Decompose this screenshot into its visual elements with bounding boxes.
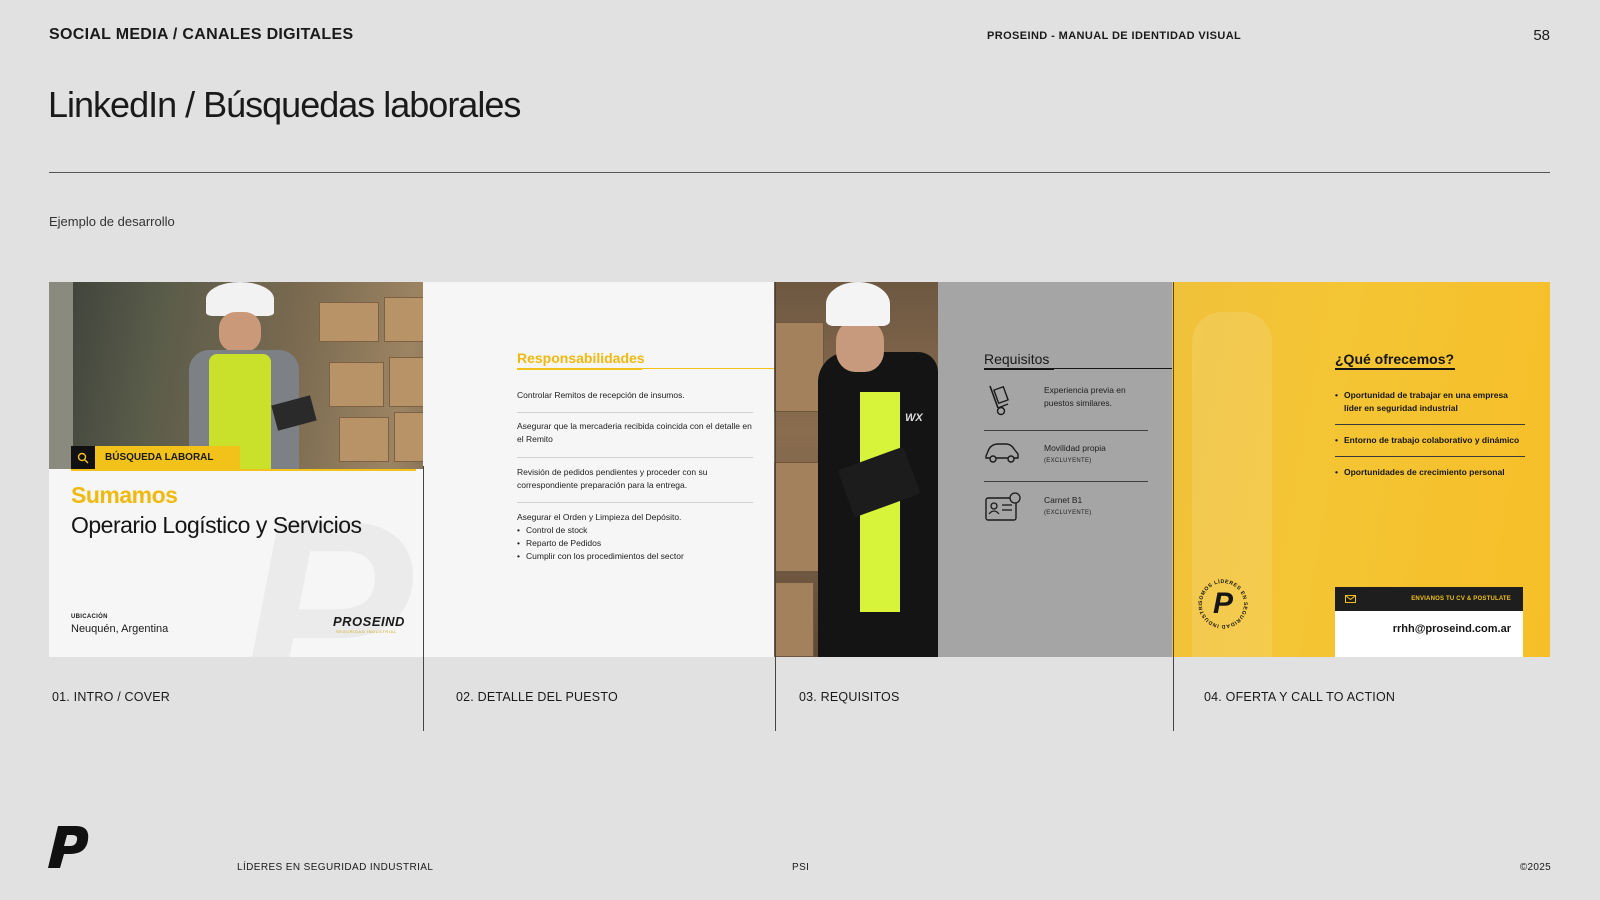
caption-job-detail: 02. DETALLE DEL PUESTO	[456, 690, 618, 704]
requirement-label: Movilidad propia	[1044, 443, 1106, 453]
column-divider	[1173, 282, 1174, 731]
page-title: LinkedIn / Búsquedas laborales	[48, 84, 521, 125]
heading-underline	[1335, 368, 1455, 370]
panel-intro-cover: P BÚSQUEDA LABORAL Sumamos Operario Logí…	[49, 282, 423, 657]
row-divider	[984, 430, 1148, 431]
contact-email: rrhh@proseind.com.ar	[1392, 623, 1511, 635]
offer-item: Oportunidades de crecimiento personal	[1335, 466, 1525, 479]
requirement-row: Carnet B1 (EXCLUYENTE)	[984, 492, 1148, 528]
manual-title: PROSEIND - MANUAL DE IDENTIDAD VISUAL	[987, 30, 1242, 42]
panel-requirements: WX Requisitos Experiencia previa en pues…	[774, 282, 1172, 657]
item-divider	[517, 502, 753, 503]
offer-divider	[1335, 456, 1525, 457]
offer-divider	[1335, 424, 1525, 425]
requirement-text: Experiencia previa en puestos similares.	[1044, 385, 1126, 408]
requirement-note: (EXCLUYENTE)	[1044, 510, 1092, 516]
cta-label: ENVIANOS TU CV & POSTULATE	[1411, 596, 1511, 602]
requirement-label: Carnet B1	[1044, 495, 1083, 505]
seal-ring: SOMOS LÍDERES EN SEGURIDAD INDUSTRIAL	[1194, 575, 1248, 629]
offer-item: Entorno de trabajo colaborativo y dinámi…	[1335, 434, 1525, 447]
page-subtitle: Ejemplo de desarrollo	[49, 214, 175, 229]
requirement-row: Movilidad propia (EXCLUYENTE)	[984, 440, 1148, 476]
footer-copyright: ©2025	[1519, 862, 1551, 873]
tag-underline	[71, 469, 416, 471]
responsibility-item-with-list: Asegurar el Orden y Limpieza del Depósit…	[517, 511, 753, 563]
responsibility-item: Controlar Remitos de recepción de insumo…	[517, 390, 685, 400]
worker-with-folder-photo: WX	[774, 282, 938, 657]
row-divider	[984, 481, 1148, 482]
license-card-icon	[985, 492, 1021, 521]
offer-heading: ¿Qué ofrecemos?	[1335, 351, 1455, 367]
leaders-seal: SOMOS LÍDERES EN SEGURIDAD INDUSTRIAL P	[1194, 575, 1252, 633]
item-divider	[517, 412, 753, 413]
title-divider	[49, 172, 1550, 173]
column-divider	[775, 282, 776, 731]
section-title: SOCIAL MEDIA / CANALES DIGITALES	[49, 26, 354, 43]
footer-slogan: LÍDERES EN SEGURIDAD INDUSTRIAL	[237, 862, 434, 873]
caption-offer-cta: 04. OFERTA Y CALL TO ACTION	[1204, 690, 1396, 704]
requirement-text: Carnet B1 (EXCLUYENTE)	[1044, 494, 1154, 520]
warehouse-worker-photo	[49, 282, 423, 469]
footer-code: PSI	[792, 862, 810, 873]
brand-tagline: SEGURIDAD INDUSTRIAL	[336, 629, 397, 634]
page-number: 58	[1533, 27, 1550, 44]
car-icon	[985, 443, 1019, 463]
seal-text: SOMOS LÍDERES EN SEGURIDAD INDUSTRIAL	[1194, 575, 1247, 629]
panel-job-detail: Responsabilidades Controlar Remitos de r…	[423, 282, 852, 657]
job-title: Operario Logístico y Servicios	[71, 512, 362, 538]
heading-underline	[984, 368, 1054, 370]
location-label: UBICACIÓN	[71, 614, 108, 620]
requirements-heading: Requisitos	[984, 351, 1050, 367]
offer-item: Oportunidad de trabajar en una empresa l…	[1335, 389, 1525, 415]
proseind-p-logo	[48, 824, 90, 875]
caption-requirements: 03. REQUISITOS	[799, 690, 900, 704]
heading-underline	[517, 368, 642, 370]
mail-icon	[1345, 595, 1356, 603]
task-bullet: Reparto de Pedidos	[517, 537, 753, 550]
task-bullet-list: Control de stock Reparto de Pedidos Cump…	[517, 524, 753, 563]
location-value: Neuquén, Argentina	[71, 623, 169, 635]
responsibilities-heading: Responsabilidades	[517, 350, 645, 366]
responsibility-item: Asegurar que la mercaderia recibida coin…	[517, 421, 752, 444]
job-search-tag: BÚSQUEDA LABORAL	[71, 446, 240, 469]
svg-text:SOMOS LÍDERES EN SEGURIDAD IND: SOMOS LÍDERES EN SEGURIDAD INDUSTRIAL	[1194, 575, 1248, 629]
headline-accent: Sumamos	[71, 482, 178, 508]
responsibility-text: Asegurar el Orden y Limpieza del Depósit…	[517, 512, 682, 522]
column-divider	[423, 466, 424, 731]
cta-bar: ENVIANOS TU CV & POSTULATE	[1335, 587, 1523, 611]
brand-logo: PROSEIND	[333, 614, 405, 629]
email-box: rrhh@proseind.com.ar	[1335, 611, 1523, 657]
connector-line	[1054, 368, 1172, 369]
linkedin-carousel-example: P BÚSQUEDA LABORAL Sumamos Operario Logí…	[49, 282, 1550, 657]
requirement-row: Experiencia previa en puestos similares.	[984, 382, 1148, 422]
task-bullet: Cumplir con los procedimientos del secto…	[517, 550, 753, 563]
panel-offer-cta: ¿Qué ofrecemos? Oportunidad de trabajar …	[1172, 282, 1550, 657]
item-divider	[517, 457, 753, 458]
job-search-label: BÚSQUEDA LABORAL	[95, 446, 240, 469]
task-bullet: Control de stock	[517, 524, 753, 537]
search-icon	[71, 446, 95, 469]
requirement-text: Movilidad propia (EXCLUYENTE)	[1044, 442, 1154, 468]
caption-intro-cover: 01. INTRO / COVER	[52, 690, 171, 704]
requirement-note: (EXCLUYENTE)	[1044, 458, 1092, 464]
hand-truck-icon	[989, 385, 1009, 416]
responsibility-item: Revisión de pedidos pendientes y procede…	[517, 467, 708, 490]
